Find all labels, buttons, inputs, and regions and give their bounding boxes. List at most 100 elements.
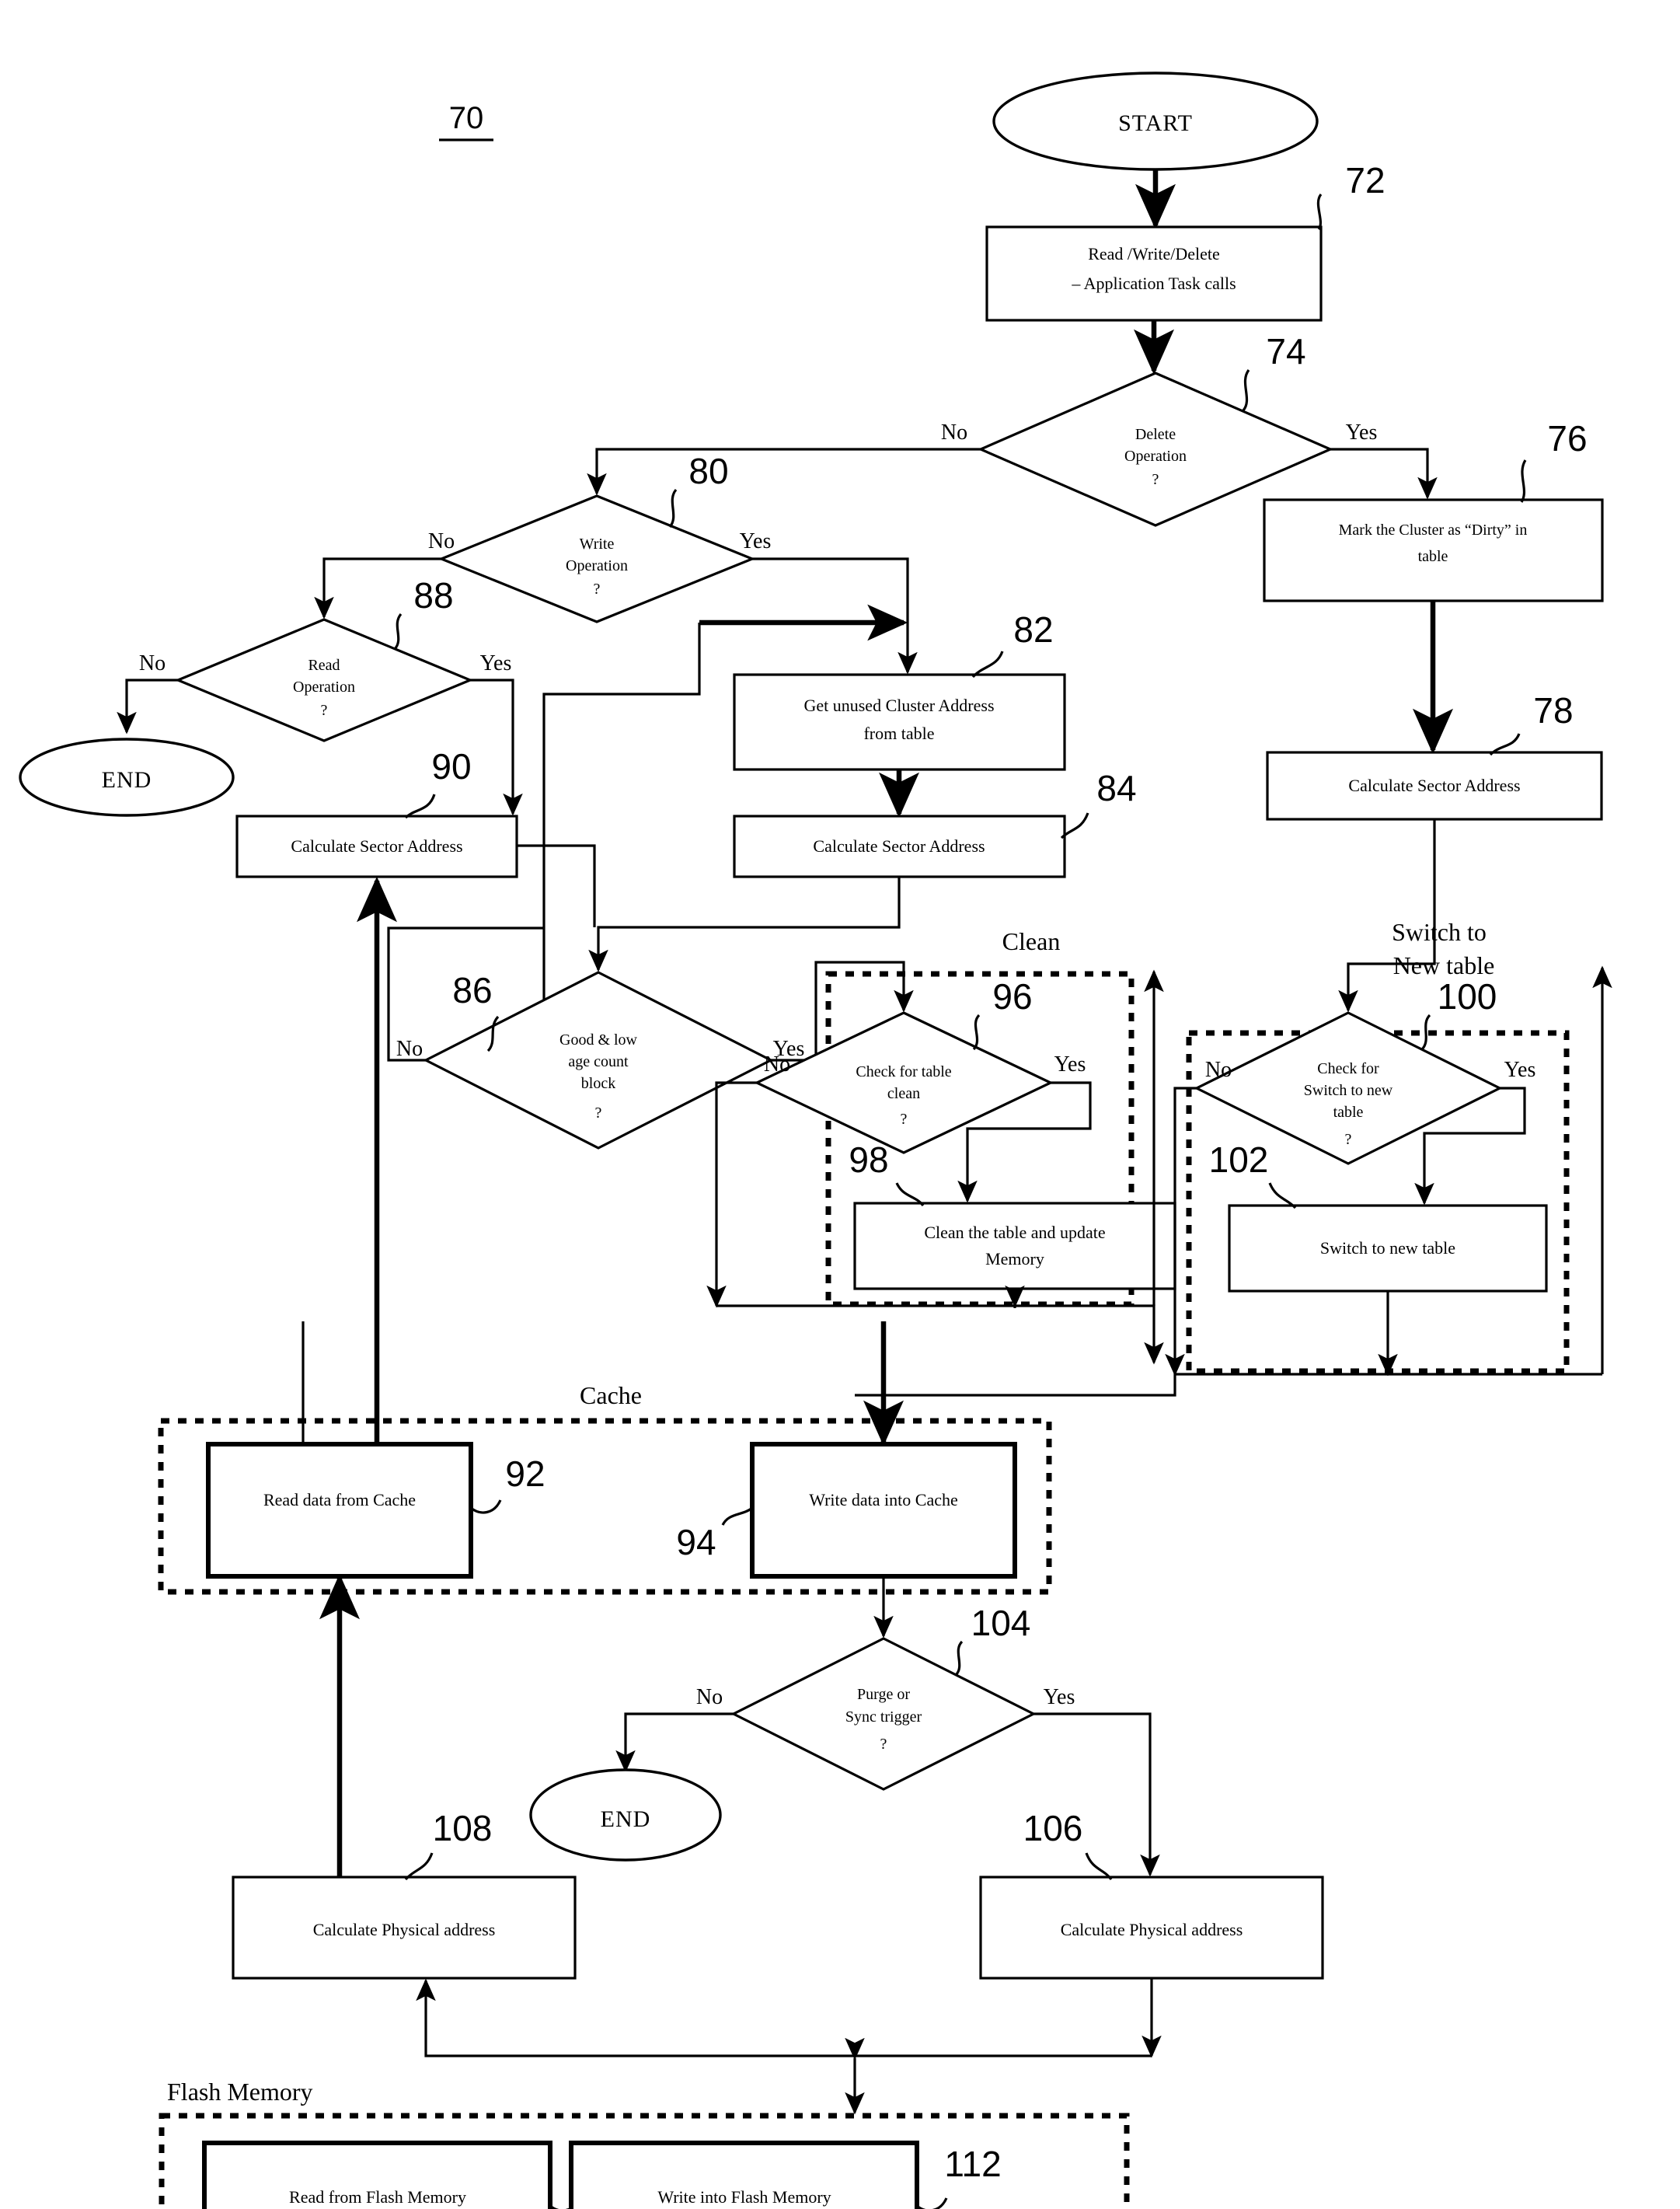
- edge-104-yes-to-106: [1033, 1712, 1160, 1877]
- node-112-line1: Write into Flash Memory: [657, 2187, 831, 2207]
- end-mid-label: END: [601, 1806, 651, 1832]
- node-92-read-data-from-cache: Read data from Cache 92: [206, 1442, 545, 1579]
- node-82-get-unused-cluster-address: Get unused Cluster Address from table 82: [733, 609, 1066, 771]
- node-80-line2: Operation: [566, 557, 628, 574]
- node-100-line4: ?: [1345, 1131, 1352, 1148]
- group-cache-label: Cache: [580, 1381, 642, 1409]
- node-72-line2: – Application Task calls: [1071, 274, 1236, 293]
- node-86-line3: block: [581, 1075, 615, 1092]
- ref-104: 104: [971, 1603, 1031, 1643]
- node-102-line1: Switch to new table: [1320, 1238, 1455, 1258]
- ref-76: 76: [1547, 418, 1587, 459]
- node-72-line1: Read /Write/Delete: [1088, 244, 1220, 263]
- node-84-line1: Calculate Sector Address: [813, 836, 985, 856]
- ref-98: 98: [849, 1139, 888, 1180]
- node-96-line2: clean: [887, 1085, 920, 1102]
- ref-100: 100: [1438, 976, 1497, 1017]
- branch-80-yes: Yes: [740, 529, 772, 553]
- node-94-line1: Write data into Cache: [809, 1490, 958, 1509]
- edge-100-no: [1165, 1087, 1197, 1377]
- node-90-calculate-sector-address: Calculate Sector Address 90: [235, 746, 518, 878]
- ref-80: 80: [688, 451, 728, 491]
- end-terminator-left: END: [19, 738, 235, 817]
- node-110-line1: Read from Flash Memory: [289, 2187, 466, 2207]
- figure-number-label: 70: [449, 101, 484, 135]
- node-88-line1: Read: [308, 657, 340, 674]
- branch-100-no: No: [1205, 1058, 1232, 1082]
- node-84-calculate-sector-address: Calculate Sector Address 84: [733, 768, 1137, 878]
- node-98-line1: Clean the table and update: [924, 1223, 1105, 1242]
- ref-88: 88: [413, 575, 453, 616]
- edge-84-to-86: [588, 877, 901, 972]
- branch-104-no: No: [696, 1685, 723, 1709]
- node-112-write-into-flash-memory: Write into Flash Memory 112: [569, 2141, 1002, 2209]
- group-flash-label: Flash Memory: [167, 2078, 313, 2106]
- node-88-line2: Operation: [293, 679, 355, 696]
- branch-96-yes: Yes: [1054, 1052, 1086, 1077]
- start-terminator: START: [992, 72, 1319, 171]
- branch-74-no: No: [941, 421, 967, 445]
- ref-112: 112: [944, 2144, 1001, 2184]
- node-106-calculate-physical-address: Calculate Physical address 106: [979, 1808, 1324, 1980]
- ref-78: 78: [1533, 690, 1573, 731]
- node-94-write-data-into-cache: Write data into Cache 94: [676, 1442, 1017, 1579]
- node-78-line1: Calculate Sector Address: [1348, 776, 1520, 795]
- ref-90: 90: [431, 746, 471, 787]
- branch-88-no: No: [139, 651, 166, 675]
- group-switch-line1: Switch to: [1392, 918, 1487, 946]
- edge-86-no-2: [387, 927, 544, 964]
- branch-88-yes: Yes: [480, 651, 512, 675]
- node-76-line2: table: [1418, 548, 1448, 565]
- node-74-line1: Delete: [1135, 426, 1176, 443]
- group-clean-label: Clean: [1002, 927, 1061, 955]
- node-86-line4: ?: [595, 1104, 602, 1122]
- edge-74-no-to-80: [587, 448, 981, 496]
- ref-82: 82: [1013, 609, 1053, 650]
- node-86-line2: age count: [568, 1053, 629, 1070]
- branch-96-no: No: [764, 1052, 790, 1077]
- end-left-label: END: [102, 767, 152, 793]
- node-102-switch-to-new-table: Switch to new table 102: [1209, 1139, 1548, 1293]
- group-switch-line2: New table: [1393, 951, 1495, 979]
- branch-104-yes: Yes: [1044, 1685, 1075, 1709]
- edge-88-yes-to-90: [470, 679, 523, 816]
- node-72-readwritedelete: Read /Write/Delete – Application Task ca…: [985, 160, 1385, 322]
- node-108-line1: Calculate Physical address: [313, 1920, 496, 1939]
- node-98-clean-table-update-memory: Clean the table and update Memory 98: [849, 1139, 1176, 1290]
- node-104-line1: Purge or: [857, 1686, 910, 1703]
- node-74-line3: ?: [1152, 471, 1159, 488]
- edge-104-no-to-end: [615, 1712, 734, 1773]
- node-92-line1: Read data from Cache: [263, 1490, 416, 1509]
- branch-74-yes: Yes: [1346, 421, 1378, 445]
- node-100-line1: Check for: [1317, 1060, 1379, 1077]
- start-label: START: [1118, 110, 1193, 136]
- node-104-line3: ?: [880, 1736, 887, 1753]
- node-88-line3: ?: [321, 702, 328, 719]
- ref-106: 106: [1023, 1808, 1083, 1848]
- edge-74-yes-to-76: [1330, 448, 1438, 500]
- node-106-line1: Calculate Physical address: [1061, 1920, 1243, 1939]
- ref-92: 92: [505, 1453, 545, 1494]
- node-74-line2: Operation: [1124, 448, 1187, 465]
- edge-90-right-connector: [517, 844, 596, 927]
- figure-number: 70: [439, 101, 493, 141]
- edge-flash-bus-to-108: [416, 1978, 1152, 2057]
- ref-84: 84: [1096, 768, 1136, 808]
- ref-102: 102: [1209, 1139, 1269, 1180]
- branch-100-yes: Yes: [1504, 1058, 1536, 1082]
- ref-96: 96: [992, 976, 1032, 1017]
- edge-switch-bus-to-cache: [855, 1374, 1176, 1397]
- ref-74: 74: [1266, 331, 1305, 372]
- ref-86: 86: [452, 970, 492, 1010]
- edge-88-no-to-end: [117, 679, 178, 735]
- node-104-line2: Sync trigger: [845, 1708, 922, 1726]
- edge-clean-merge-to-cache-write: [716, 1304, 1164, 1365]
- node-82-line1: Get unused Cluster Address: [803, 696, 994, 715]
- node-110-read-from-flash-memory: Read from Flash Memory 110: [202, 2141, 633, 2209]
- node-82-line2: from table: [863, 724, 934, 743]
- edge-80-yes-to-82: [752, 557, 918, 675]
- node-96-line1: Check for table: [856, 1063, 951, 1080]
- ref-108: 108: [433, 1808, 493, 1848]
- ref-72: 72: [1345, 160, 1385, 201]
- node-98-line2: Memory: [985, 1249, 1044, 1269]
